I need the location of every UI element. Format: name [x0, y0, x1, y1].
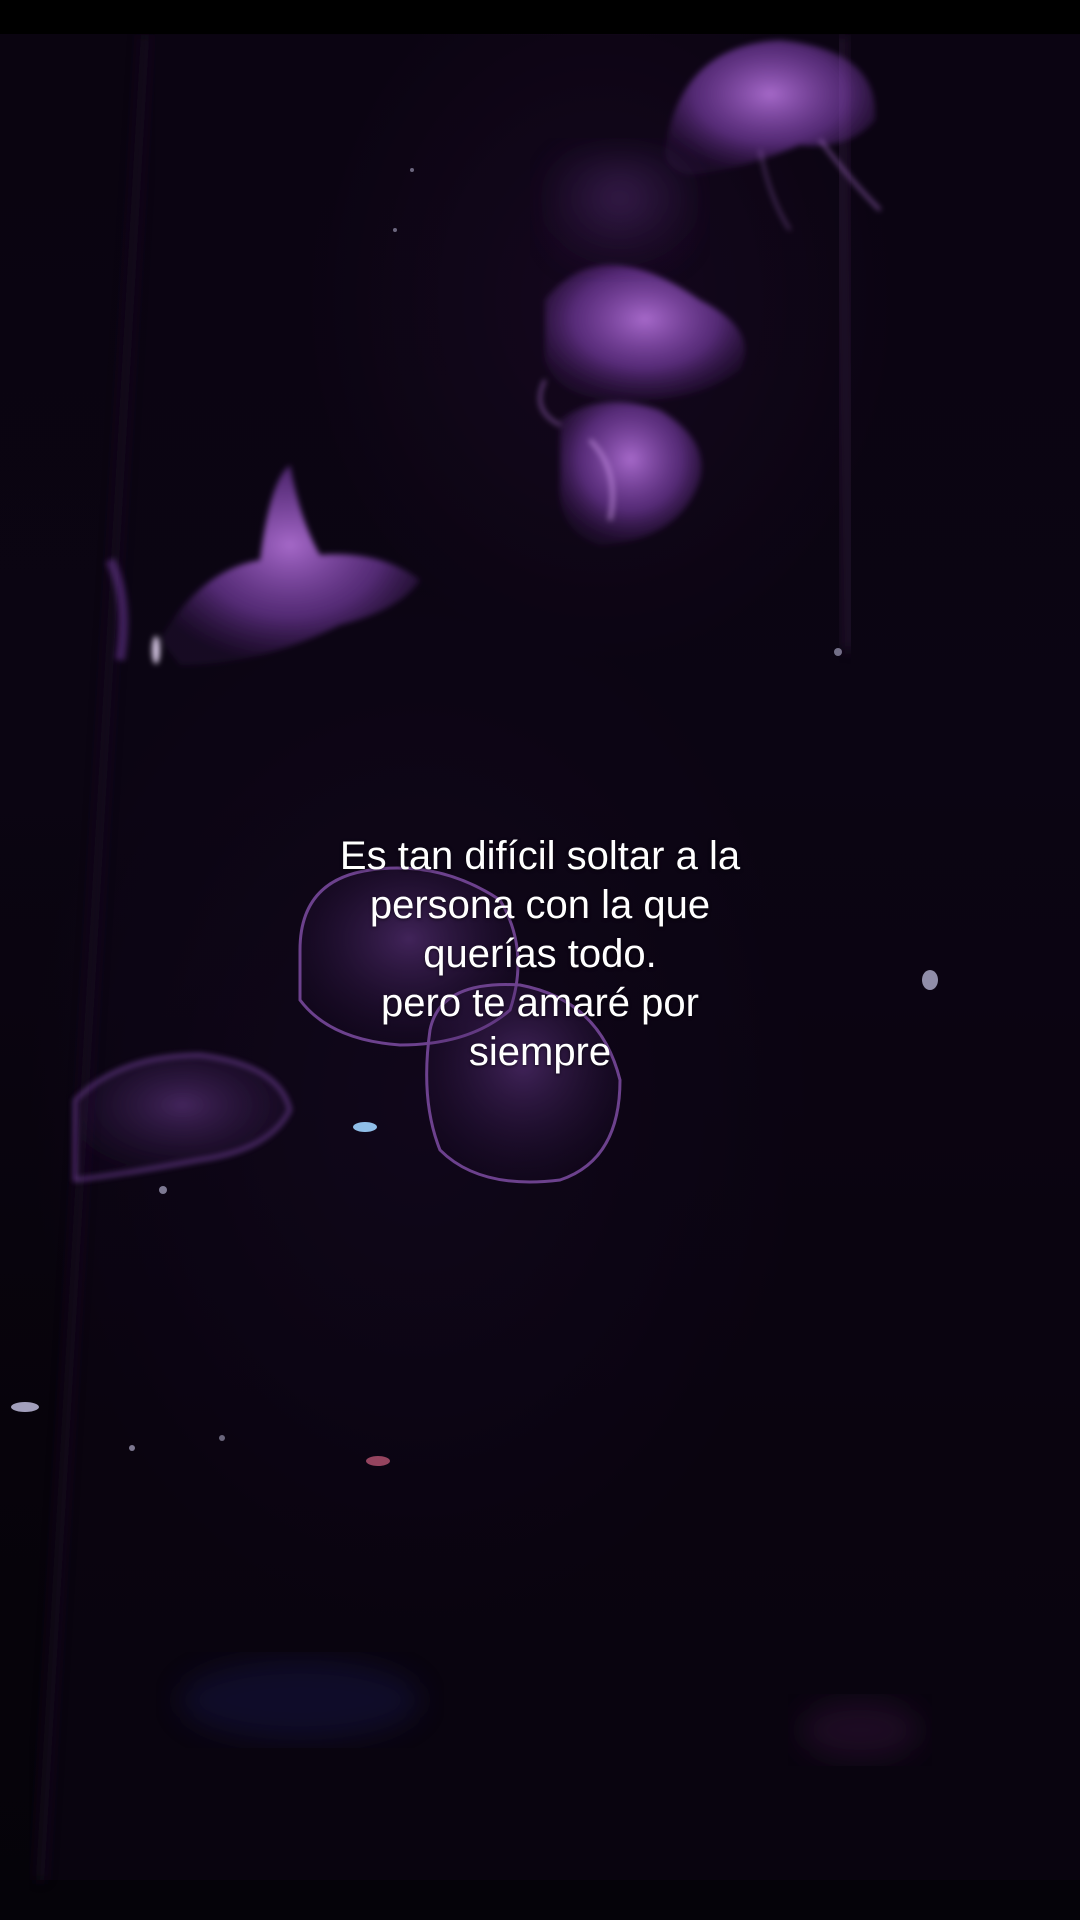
- video-caption: Es tan difícil soltar a la persona con l…: [339, 834, 741, 1074]
- jellyfish-ghost: [545, 150, 695, 270]
- video-frame: Es tan difícil soltar a la persona con l…: [0, 0, 1080, 1920]
